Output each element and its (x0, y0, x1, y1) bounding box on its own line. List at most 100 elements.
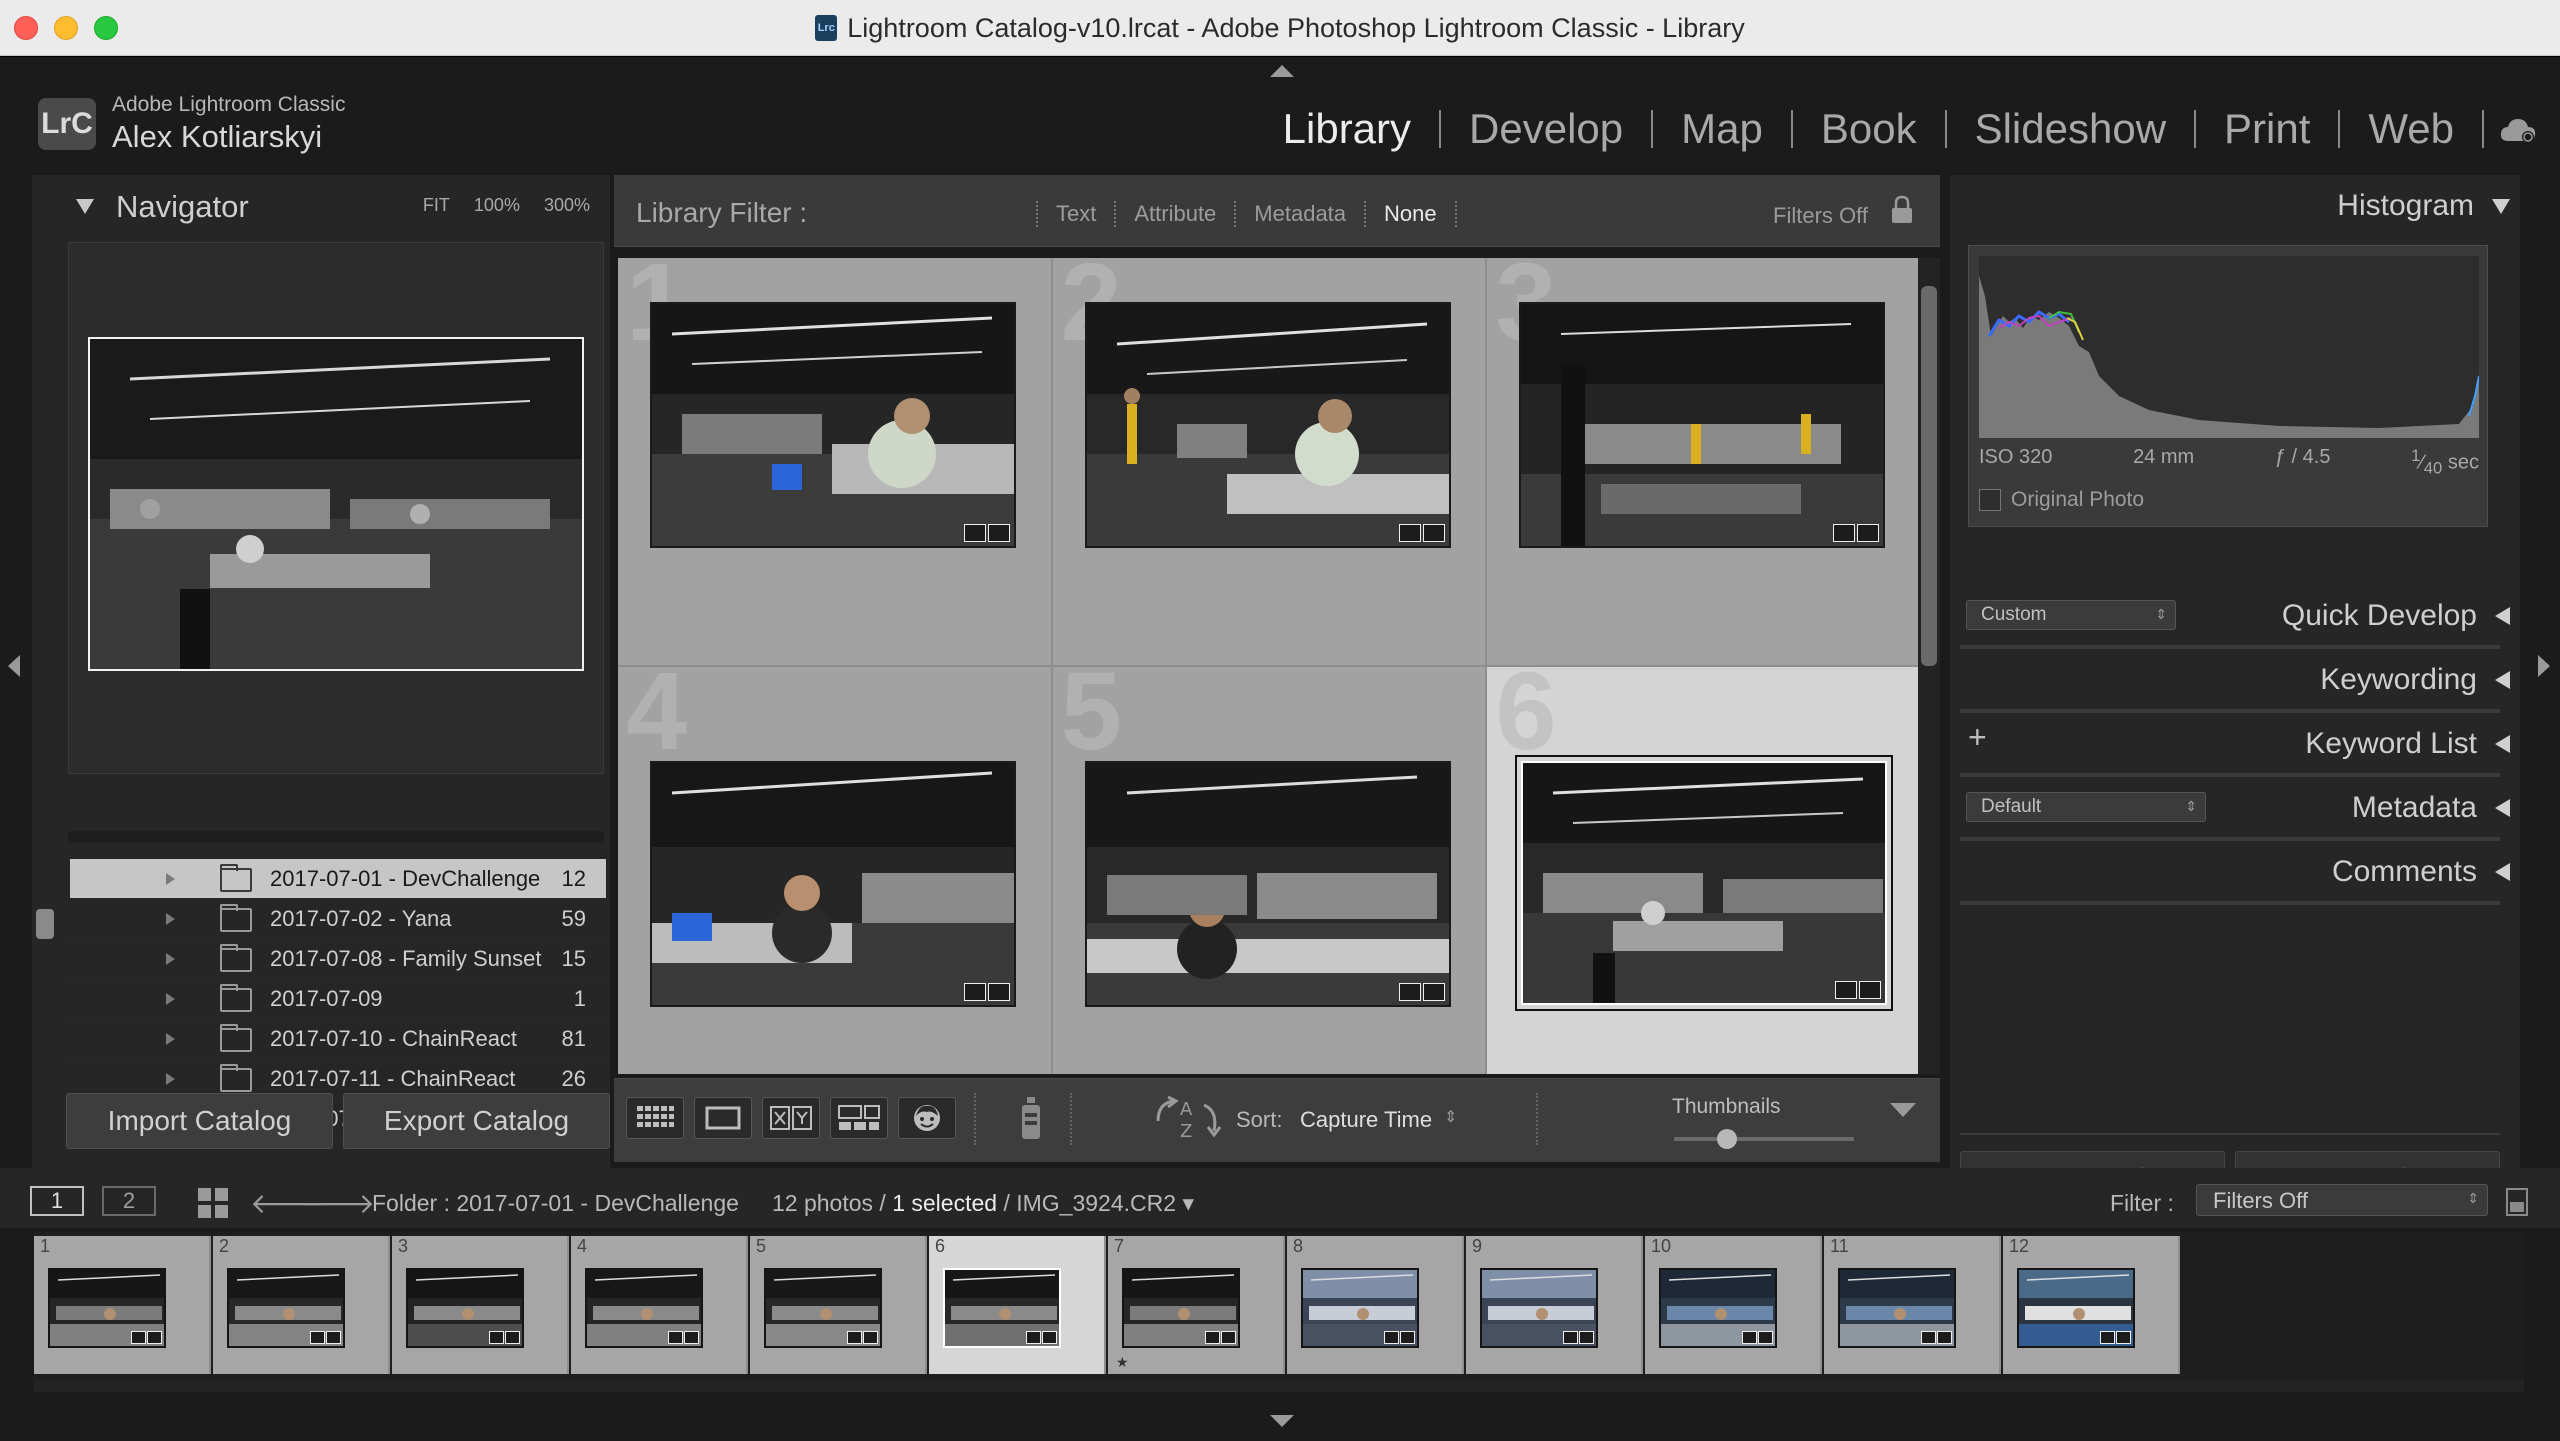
sort-chevron-icon[interactable]: ⇕ (1444, 1107, 1457, 1127)
module-slideshow[interactable]: Slideshow (1947, 105, 2194, 153)
filmstrip-cell[interactable]: 4 (571, 1236, 748, 1374)
filmstrip-thumbnail[interactable] (943, 1268, 1061, 1348)
histogram-header[interactable]: Histogram (2337, 189, 2510, 223)
hide-left-panel-arrow-icon[interactable] (8, 655, 20, 677)
filmstrip-cell-selected[interactable]: 6 (929, 1236, 1106, 1374)
module-map[interactable]: Map (1653, 105, 1791, 153)
filmstrip-thumbnail[interactable] (48, 1268, 166, 1348)
hide-right-panel-arrow-icon[interactable] (2538, 655, 2550, 677)
export-catalog-button[interactable]: Export Catalog (343, 1093, 610, 1149)
primary-display-button[interactable]: 1 (30, 1186, 84, 1216)
grid-view-icon[interactable] (198, 1188, 228, 1218)
folder-row[interactable]: 2017-07-02 - Yana 59 (70, 899, 606, 939)
hide-filmstrip-arrow-icon[interactable] (1270, 1415, 1294, 1427)
secondary-display-button[interactable]: 2 (102, 1186, 156, 1216)
filmstrip-thumbnail[interactable] (1301, 1268, 1419, 1348)
original-photo-checkbox[interactable] (1979, 489, 2001, 511)
expand-triangle-icon[interactable] (2495, 799, 2510, 817)
folder-row[interactable]: 2017-07-10 - ChainReact 81 (70, 1019, 606, 1059)
survey-view-button[interactable] (830, 1097, 888, 1139)
filmstrip-cell[interactable]: 1 (34, 1236, 211, 1374)
expand-triangle-icon[interactable] (2495, 735, 2510, 753)
forward-arrow-icon[interactable]: 🡒 (300, 1190, 375, 1218)
filmstrip-thumbnail[interactable] (2017, 1268, 2135, 1348)
filmstrip-thumbnail[interactable] (1838, 1268, 1956, 1348)
navigator-header[interactable]: Navigator FIT 100% 300% (32, 175, 610, 239)
photo-thumbnail[interactable] (650, 302, 1016, 548)
filmstrip-cell[interactable]: 5 (750, 1236, 927, 1374)
zoom-100-option[interactable]: 100% (474, 195, 520, 216)
filmstrip-thumbnail[interactable] (1122, 1268, 1240, 1348)
folder-expand-icon[interactable] (166, 1072, 175, 1085)
folder-row[interactable]: 2017-07-01 - DevChallenge 12 (70, 859, 606, 899)
filmstrip-thumbnail[interactable] (1480, 1268, 1598, 1348)
filmstrip-source-label[interactable]: Folder : 2017-07-01 - DevChallenge (372, 1190, 739, 1217)
filter-text-option[interactable]: Text (1036, 201, 1114, 227)
loupe-view-button[interactable] (694, 1097, 752, 1139)
folder-row[interactable]: 2017-07-09 1 (70, 979, 606, 1019)
import-catalog-button[interactable]: Import Catalog (66, 1093, 333, 1149)
grid-cell[interactable]: 4 (618, 667, 1051, 1074)
navigator-preview-photo[interactable] (88, 337, 584, 671)
add-keyword-plus-icon[interactable]: + (1968, 719, 1987, 756)
grid-cell[interactable]: 2 (1052, 258, 1486, 665)
photo-thumbnail[interactable] (650, 761, 1016, 1007)
filmstrip-cell[interactable]: 9 (1466, 1236, 1643, 1374)
filter-attribute-option[interactable]: Attribute (1114, 201, 1234, 227)
left-panel-scrollbar[interactable] (36, 909, 54, 939)
expand-triangle-icon[interactable] (2495, 607, 2510, 625)
thumbnails-size-slider-knob[interactable] (1712, 1124, 1742, 1154)
grid-cell[interactable]: 3 (1487, 258, 1920, 665)
module-library[interactable]: Library (1255, 105, 1439, 153)
quick-develop-header[interactable]: Quick Develop (2282, 599, 2510, 633)
filmstrip-thumbnail[interactable] (1659, 1268, 1777, 1348)
zoom-fit-option[interactable]: FIT (423, 195, 450, 216)
compare-view-button[interactable] (762, 1097, 820, 1139)
chevron-down-icon[interactable]: ▾ (1182, 1190, 1194, 1216)
expand-triangle-icon[interactable] (2495, 863, 2510, 881)
filmstrip-cell[interactable]: 8 (1287, 1236, 1464, 1374)
filmstrip-cell[interactable]: 10 (1645, 1236, 1822, 1374)
filmstrip-cell[interactable]: 2 (213, 1236, 390, 1374)
module-web[interactable]: Web (2340, 105, 2482, 153)
filmstrip-filter-dropdown[interactable]: Filters Off ⇕ (2196, 1184, 2488, 1216)
grid-cell[interactable]: 5 (1052, 667, 1486, 1074)
module-book[interactable]: Book (1793, 105, 1945, 153)
photo-thumbnail[interactable] (1084, 302, 1451, 548)
grid-view-button[interactable] (626, 1097, 684, 1139)
filter-switch-icon[interactable] (2506, 1188, 2528, 1216)
folder-expand-icon[interactable] (166, 872, 175, 885)
folder-expand-icon[interactable] (166, 992, 175, 1005)
sort-direction-icon[interactable]: AZ (1154, 1095, 1224, 1141)
cloud-sync-icon[interactable] (2498, 115, 2538, 145)
people-view-button[interactable] (898, 1097, 956, 1139)
filmstrip-scrollbar[interactable] (34, 1380, 2524, 1392)
collapse-triangle-icon[interactable] (2492, 198, 2510, 214)
thumbnails-size-slider[interactable] (1674, 1137, 1854, 1141)
comments-header[interactable]: Comments (2332, 855, 2510, 889)
filmstrip-photo-count[interactable]: 12 photos / 1 selected / IMG_3924.CR2 ▾ (772, 1190, 1194, 1217)
collapse-triangle-icon[interactable] (76, 199, 94, 214)
filmstrip-thumbnail[interactable] (406, 1268, 524, 1348)
filmstrip-thumbnail[interactable] (764, 1268, 882, 1348)
filmstrip-cell[interactable]: 3 (392, 1236, 569, 1374)
photo-thumbnail[interactable] (1519, 302, 1886, 548)
painter-spray-can-icon[interactable] (1016, 1095, 1046, 1143)
sort-dropdown[interactable]: Capture Time (1300, 1107, 1432, 1133)
grid-cell[interactable]: 1 (618, 258, 1051, 665)
hide-module-picker-arrow-icon[interactable] (1270, 65, 1294, 77)
folder-row[interactable]: 2017-07-08 - Family Sunset 15 (70, 939, 606, 979)
photo-thumbnail[interactable] (1521, 761, 1888, 1005)
grid-scrollbar-track[interactable] (1918, 258, 1940, 1074)
lock-icon[interactable] (1890, 195, 1914, 225)
filmstrip-thumbnail[interactable] (227, 1268, 345, 1348)
folder-expand-icon[interactable] (166, 1032, 175, 1045)
module-develop[interactable]: Develop (1441, 105, 1651, 153)
keyword-list-header[interactable]: Keyword List (2305, 727, 2510, 761)
filter-none-option[interactable]: None (1364, 201, 1457, 227)
folder-expand-icon[interactable] (166, 952, 175, 965)
histogram-graph[interactable] (1979, 256, 2480, 438)
original-photo-toggle[interactable]: Original Photo (1979, 488, 2144, 512)
filmstrip-cell[interactable]: 11 (1824, 1236, 2001, 1374)
module-print[interactable]: Print (2196, 105, 2338, 153)
